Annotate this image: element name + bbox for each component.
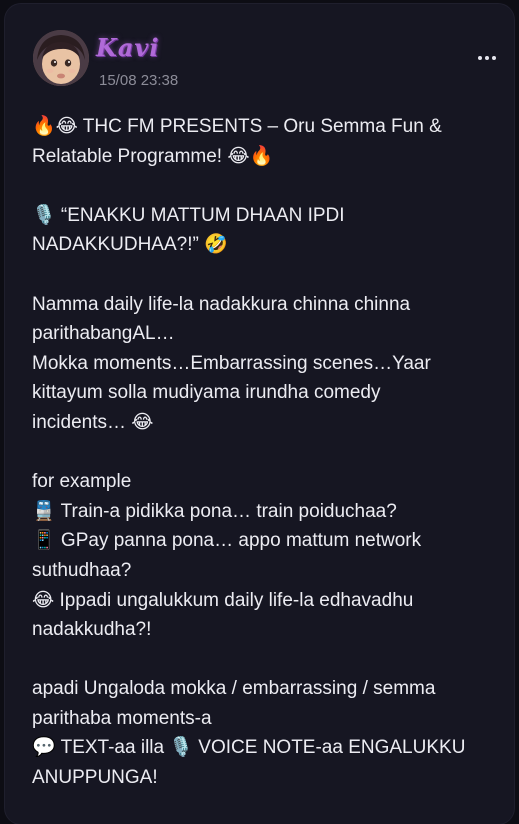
post-text-line — [32, 260, 502, 290]
post-timestamp: 15/08 23:38 — [99, 72, 179, 89]
post-text-line: 💬 TEXT-aa illa 🎙️ VOICE NOTE-aa ENGALUKK… — [32, 737, 466, 759]
post-text-line: NADAKKUDHAA?!” 🤣 — [32, 234, 228, 256]
post-header: Kavi 15/08 23:38 — [5, 4, 514, 94]
post-text-line: kittayum solla mudiyama irundha comedy — [32, 382, 381, 404]
post-card: Kavi 15/08 23:38 🔥😂 THC FM PRESENTS – Or… — [5, 4, 514, 824]
more-horizontal-icon — [492, 56, 496, 60]
post-text-line: Relatable Programme! 😂🔥 — [32, 145, 274, 167]
post-body: 🔥😂 THC FM PRESENTS – Oru Semma Fun & Rel… — [32, 112, 502, 793]
more-horizontal-icon — [485, 56, 489, 60]
post-text-line: 🎙️ “ENAKKU MATTUM DHAAN IPDI — [32, 204, 345, 226]
post-text-line — [32, 438, 502, 468]
post-text-line: parithabangAL… — [32, 323, 175, 345]
post-text-line: 📱 GPay panna pona… appo mattum network — [32, 530, 422, 552]
author-name[interactable]: Kavi — [96, 35, 159, 61]
post-text-line: apadi Ungaloda mokka / embarrassing / se… — [32, 678, 436, 700]
child-photo-avatar-icon — [33, 30, 89, 86]
post-text-line: for example — [32, 471, 132, 493]
more-options-button[interactable] — [475, 48, 499, 68]
post-text-line: Namma daily life-la nadakkura chinna chi… — [32, 293, 411, 315]
post-text-line: suthudhaa? — [32, 559, 132, 581]
post-text-line: ANUPPUNGA! — [32, 767, 158, 789]
post-text-line — [32, 171, 502, 201]
post-text-line: nadakkudha?! — [32, 619, 152, 641]
post-text-line: 😂 Ippadi ungalukkum daily life-la edhava… — [32, 589, 414, 611]
more-horizontal-icon — [478, 56, 482, 60]
post-text-line — [32, 645, 502, 675]
post-text-line: 🔥😂 THC FM PRESENTS – Oru Semma Fun & — [32, 116, 442, 137]
post-text-line: incidents… 😂 — [32, 411, 154, 433]
post-text-line: Mokka moments…Embarrassing scenes…Yaar — [32, 352, 431, 374]
avatar[interactable] — [33, 30, 89, 86]
post-text-line: parithaba moments-a — [32, 707, 212, 729]
post-text-line: 🚆 Train-a pidikka pona… train poiduchaa? — [32, 500, 397, 522]
